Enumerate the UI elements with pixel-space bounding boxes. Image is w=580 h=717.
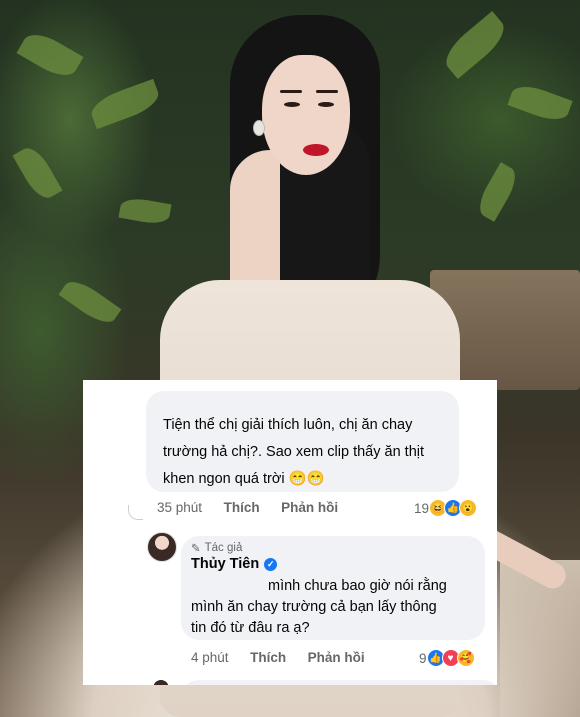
grin-emoji-icon: 😁😁 (288, 471, 325, 487)
reply-time: 4 phút (191, 650, 229, 665)
reply-text: mình chưa bao giờ nói rằng mình ăn chay … (191, 576, 481, 639)
comment-line-text: khen ngon quá trời (163, 471, 285, 487)
next-avatar (147, 678, 175, 685)
reply-reaction-summary[interactable]: 9 👍 ♥ 🥰 (419, 649, 475, 667)
face (262, 55, 350, 175)
comment-meta: 35 phút Thích Phản hồi (157, 500, 338, 515)
author-name[interactable]: Thủy Tiên (191, 556, 259, 572)
comment-line: trường hả chị?. Sao xem clip thấy ăn thị… (163, 444, 425, 460)
avatar[interactable] (147, 532, 177, 562)
care-icon: 🥰 (456, 649, 475, 667)
reply-line-text: mình chưa bao giờ nói rằng (268, 578, 447, 594)
comment-text: Tiện thể chị giải thích luôn, chị ăn cha… (163, 412, 463, 493)
reply-line: mình chưa bao giờ nói rằng (191, 576, 481, 597)
right-brow (316, 90, 338, 93)
author-name-row[interactable]: Thủy Tiên ✓ (191, 556, 278, 572)
reaction-summary[interactable]: 19 😆 👍 😮 (414, 499, 478, 517)
comment-line: Tiện thể chị giải thích luôn, chị ăn cha… (163, 417, 413, 433)
reply-button[interactable]: Phản hồi (281, 500, 338, 515)
verified-icon: ✓ (264, 557, 278, 571)
author-tag-label: Tác giả (204, 542, 243, 554)
right-eye (318, 102, 334, 107)
comment-line: khen ngon quá trời 😁😁 (163, 466, 463, 493)
earring (253, 120, 265, 136)
like-button[interactable]: Thích (224, 500, 260, 515)
wow-icon: 😮 (459, 499, 478, 517)
reply-meta: 4 phút Thích Phản hồi (191, 650, 365, 665)
lips (303, 144, 329, 156)
reply-line: mình ăn chay trường cả bạn lấy thông (191, 599, 437, 615)
reply-line: tin đó từ đâu ra ạ? (191, 620, 310, 636)
left-eye (284, 102, 300, 107)
left-brow (280, 90, 302, 93)
thread-connector (128, 505, 143, 520)
author-badge: ✎ Tác giả (191, 541, 242, 555)
reply-like-button[interactable]: Thích (250, 650, 286, 665)
reply-reply-button[interactable]: Phản hồi (308, 650, 365, 665)
reaction-count: 19 (414, 500, 430, 516)
reaction-count: 9 (419, 650, 427, 666)
comment-time: 35 phút (157, 500, 203, 515)
next-comment-bubble (181, 680, 497, 685)
pencil-icon: ✎ (191, 543, 201, 555)
comment-panel: Tiện thể chị giải thích luôn, chị ăn cha… (83, 380, 497, 685)
